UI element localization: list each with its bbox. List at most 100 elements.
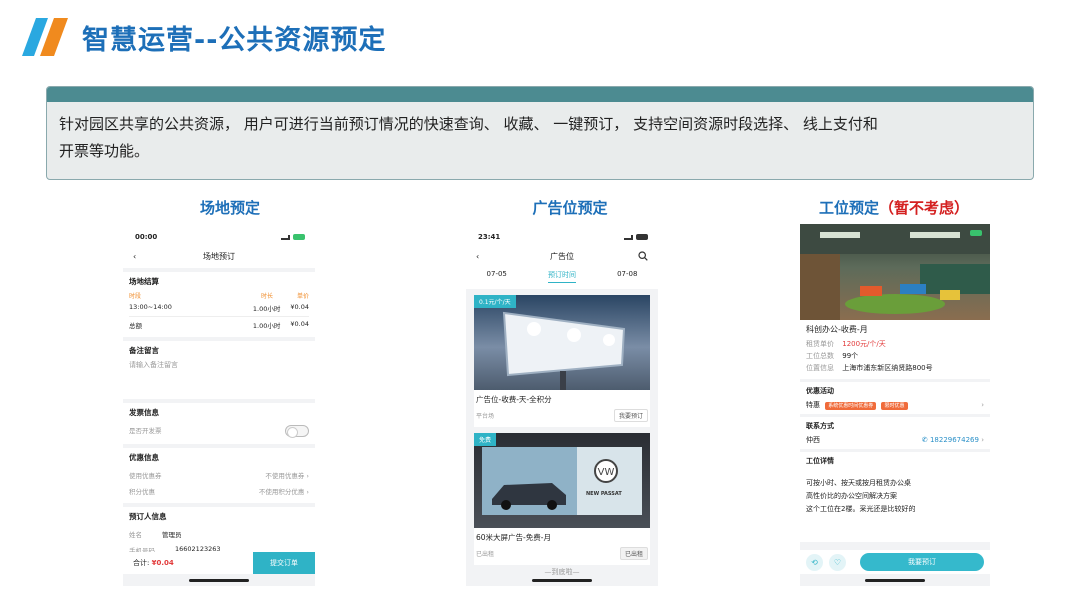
price-label: 租赁单价	[806, 340, 834, 348]
tab-start-date[interactable]: 07-05	[487, 270, 507, 283]
footer-total-label: 合计:	[133, 559, 150, 567]
book-ad-button[interactable]: 我要预订	[613, 409, 648, 422]
points-label: 积分优惠	[129, 488, 155, 496]
share-icon[interactable]: ⟲	[806, 553, 823, 571]
contact-name: 仲西	[806, 436, 820, 444]
promo-title: 优惠活动	[806, 387, 834, 395]
search-icon[interactable]	[638, 251, 648, 261]
invoice-label: 是否开发票	[129, 427, 162, 435]
workspace-footer: ⟲ ♡ 我要预订	[800, 550, 990, 574]
booker-name-value[interactable]: 管理员	[162, 529, 182, 539]
nav-bar: ‹ 广告位	[466, 244, 658, 268]
ad-column-title: 广告位预定	[532, 199, 608, 217]
ad-card-billboard[interactable]: 0.1元/个/天 广告位-收费-天-全积分 平台场 我要预订	[474, 295, 650, 427]
contact-title: 联系方式	[806, 422, 834, 430]
coupon-label: 使用优惠券	[129, 472, 162, 480]
chevron-right-icon: ›	[981, 401, 984, 409]
ad-meta-row: 平台场 我要预订	[474, 407, 650, 427]
tab-end-date[interactable]: 07-08	[617, 270, 637, 283]
billboard-image: 0.1元/个/天	[474, 295, 650, 390]
invoice-row: 是否开发票	[129, 422, 309, 440]
booker-name-label: 姓名	[129, 531, 142, 539]
points-value: 不使用积分优惠	[258, 488, 305, 496]
total-hours: 1.00小时	[252, 322, 281, 330]
ad-meta-label: 已出租	[476, 551, 495, 558]
rented-button[interactable]: 已出租	[619, 547, 648, 560]
points-row[interactable]: 积分优惠 不使用积分优惠 ›	[129, 483, 309, 499]
contact-row[interactable]: 仲西 ✆ 18229674269 ›	[806, 435, 984, 445]
chevron-right-icon: ›	[306, 472, 309, 480]
detail-title: 工位详情	[806, 457, 834, 465]
ad-meta-label: 平台场	[476, 413, 495, 420]
contact-phone[interactable]: 18229674269	[930, 436, 979, 444]
address-row: 位置信息 上海市浦东新区纳贤路800号	[806, 363, 984, 373]
invoice-toggle[interactable]	[285, 425, 309, 438]
home-indicator	[532, 579, 592, 582]
coupon-row[interactable]: 使用优惠券 不使用优惠券 ›	[129, 467, 309, 483]
discount-title: 优惠信息	[129, 453, 159, 462]
screen-ad-illustration: VW	[482, 447, 642, 515]
price-value: 1200元/个/天	[842, 340, 886, 348]
nav-title: 广告位	[550, 251, 574, 261]
address-value: 上海市浦东新区纳贤路800号	[842, 364, 933, 372]
date-tabs: 07-05 预订时间 07-08	[466, 268, 658, 289]
ad-card-big-screen[interactable]: 免费 VW NEW PASSAT 60米大屏广告-免费-月 已出租 已出租	[474, 433, 650, 565]
description-text: 针对园区共享的公共资源， 用户可进行当前预订情况的快速查询、 收藏、 一键预订，…	[47, 102, 1033, 165]
ad-title: 广告位-收费-天-全积分	[476, 395, 552, 404]
venue-column-title: 场地预定	[199, 199, 261, 217]
status-time: 00:00	[135, 233, 158, 241]
big-screen-image: 免费 VW NEW PASSAT	[474, 433, 650, 528]
heart-icon[interactable]: ♡	[829, 553, 846, 571]
settlement-title: 场地结算	[129, 277, 159, 286]
invoice-title: 发票信息	[129, 408, 159, 417]
promo-row[interactable]: 特惠 系统优惠时间优惠券 限时优惠 ›	[806, 400, 984, 410]
remark-section: 备注留言 请输入备注留言	[123, 341, 315, 399]
description-line-1: 针对园区共享的公共资源， 用户可进行当前预订情况的快速查询、 收藏、 一键预订，…	[59, 115, 878, 133]
nav-title: 场地预订	[203, 251, 235, 261]
count-row: 工位总数 99个	[806, 351, 984, 361]
count-value: 99个	[842, 352, 859, 360]
list-end-hint: —到底啦—	[544, 568, 580, 576]
tab-booking-time[interactable]: 预订时间	[547, 270, 576, 283]
row-period: 13:00~14:00	[129, 303, 172, 311]
ad-title: 60米大屏广告-免费-月	[476, 533, 551, 542]
svg-text:VW: VW	[598, 467, 615, 478]
nav-bar: ‹ 场地预订	[123, 244, 315, 268]
total-price: ¥0.04	[290, 320, 309, 328]
home-indicator	[189, 579, 249, 582]
description-box: 针对园区共享的公共资源， 用户可进行当前预订情况的快速查询、 收藏、 一键预订，…	[46, 86, 1034, 180]
detail-line-3: 这个工位在2楼。采光还是比较好的	[806, 505, 916, 513]
chevron-right-icon: ›	[981, 436, 984, 444]
remark-title: 备注留言	[129, 346, 159, 355]
detail-section: 工位详情 可按小时、按天或按月租赁办公桌 高性价比的办公空间解决方案 这个工位在…	[800, 452, 990, 542]
booker-title: 预订人信息	[129, 512, 167, 521]
chevron-right-icon: ›	[306, 488, 309, 496]
detail-line-1: 可按小时、按天或按月租赁办公桌	[806, 479, 911, 487]
promo-section: 优惠活动 特惠 系统优惠时间优惠券 限时优惠 ›	[800, 382, 990, 414]
signal-icon	[624, 234, 633, 240]
header-price: 单价	[296, 293, 309, 300]
workspace-title-text: 工位预定	[818, 199, 879, 217]
workspace-booking-phone: 科创办公-收费-月 租赁单价 1200元/个/天 工位总数 99个 位置信息 上…	[800, 224, 990, 586]
row-duration: 1.00小时	[252, 305, 281, 313]
booker-name-row: 姓名 管理员	[129, 526, 309, 542]
book-workspace-button[interactable]: 我要预订	[860, 553, 984, 571]
status-icons	[281, 234, 305, 240]
logo-stripes-icon	[22, 18, 68, 56]
workspace-name: 科创办公-收费-月	[806, 325, 868, 334]
promo-label: 特惠	[806, 401, 820, 409]
order-footer: 合计: ¥0.04 提交订单	[123, 552, 315, 574]
ad-brand-text: NEW PASSAT	[586, 491, 622, 497]
battery-icon	[293, 234, 305, 240]
settlement-section: 场地结算 时段 时长 单价 13:00~14:00 1.00小时 ¥0.04 总…	[123, 272, 315, 337]
count-label: 工位总数	[806, 352, 834, 360]
submit-order-button[interactable]: 提交订单	[253, 552, 315, 574]
price-row: 租赁单价 1200元/个/天	[806, 339, 984, 349]
settlement-headers: 时段 时长 单价	[129, 291, 309, 300]
battery-icon	[970, 230, 982, 236]
coupon-value: 不使用优惠券	[265, 472, 305, 480]
page-title: 智慧运营--公共资源预定	[82, 25, 387, 56]
description-line-2: 开票等功能。	[59, 142, 150, 160]
billboard-illustration	[502, 311, 626, 390]
remark-input[interactable]: 请输入备注留言	[129, 360, 309, 370]
